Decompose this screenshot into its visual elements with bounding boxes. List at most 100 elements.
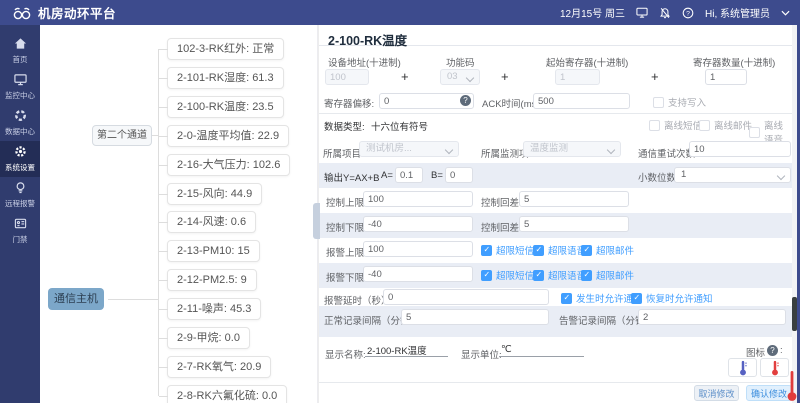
control-hysteresis-label: 控制回差: (481, 195, 522, 209)
checkbox-checked-icon (481, 270, 492, 281)
sidebar-item-system-settings[interactable]: 系统设置 (0, 141, 40, 177)
app-root: 机房动环平台 12月15号 周三 ? (0, 0, 800, 403)
function-code-select[interactable]: 03 (440, 69, 480, 85)
tree-leaf-sensor[interactable]: 102-3-RK红外: 正常 (167, 38, 284, 60)
control-hysteresis-lower-input[interactable] (519, 216, 629, 232)
offline-mail-checkbox[interactable]: 离线邮件 (699, 118, 752, 132)
checkbox-checked-icon (533, 270, 544, 281)
thermometer-red-icon-button[interactable] (760, 358, 789, 377)
tree-connector-root (108, 299, 158, 300)
control-hysteresis-upper-input[interactable] (519, 191, 629, 207)
panel-header: 2-100-RK温度 (319, 25, 792, 46)
alarm-lower-label: 报警下限: (326, 270, 367, 284)
screen-icon[interactable] (636, 7, 648, 18)
tree-leaf-sensor[interactable]: 2-15-风向: 44.9 (167, 183, 262, 205)
alarm-upper-label: 报警上限: (326, 245, 367, 259)
alarm-icon (14, 181, 27, 196)
tree-leaf-sensor[interactable]: 2-16-大气压力: 102.6 (167, 154, 290, 176)
tree-node-host[interactable]: 通信主机 (48, 288, 104, 310)
logo-icon (12, 6, 32, 20)
sensor-config-panel: 2-100-RK温度 设备地址(十进制) + 功能码 03 + 起始寄存器(十进… (318, 25, 792, 403)
checkbox-checked-icon (481, 245, 492, 256)
offset-info-icon[interactable]: ? (460, 95, 471, 106)
over-limit-sms-checkbox[interactable]: 超限短信 (481, 243, 534, 257)
data-type-value: 十六位有符号 (371, 119, 428, 133)
tree-leaf-sensor[interactable]: 2-100-RK温度: 23.5 (167, 96, 284, 118)
sidebar-item-monitor-center[interactable]: 监控中心 (0, 69, 40, 105)
thermometer-blue-icon (738, 360, 748, 376)
over-limit-voice-checkbox[interactable]: 超限语音 (533, 268, 586, 282)
control-lower-input[interactable] (363, 216, 473, 232)
alarm-interval-input[interactable] (638, 309, 786, 325)
offline-sms-checkbox[interactable]: 离线短信 (649, 118, 702, 132)
monitor-item-select[interactable]: 温度监测 (523, 141, 621, 157)
app-title: 机房动环平台 (38, 3, 116, 22)
alarm-delay-input[interactable] (383, 289, 549, 305)
cancel-button[interactable]: 取消修改 (694, 385, 739, 401)
chevron-down-icon[interactable] (781, 10, 790, 16)
register-count-input[interactable] (705, 69, 747, 85)
tree-leaf-sensor[interactable]: 2-14-风速: 0.6 (167, 211, 256, 233)
checkbox-icon (653, 97, 664, 108)
device-address-label: 设备地址(十进制) (328, 55, 401, 69)
normal-interval-input[interactable] (401, 309, 549, 325)
topbar-date: 12月15号 周三 (560, 5, 625, 20)
display-unit-label: 显示单位: (461, 347, 502, 361)
over-limit-sms-checkbox[interactable]: 超限短信 (481, 268, 534, 282)
tree-leaf-sensor[interactable]: 2-12-PM2.5: 9 (167, 269, 257, 291)
tree-leaf-sensor[interactable]: 2-7-RK氧气: 20.9 (167, 356, 271, 378)
retry-count-input[interactable] (689, 141, 791, 157)
ack-time-input[interactable] (533, 93, 630, 109)
coefficient-a-label: A= (381, 170, 393, 181)
control-upper-input[interactable] (363, 191, 473, 207)
decimal-places-select[interactable]: 1 (674, 167, 791, 183)
over-limit-mail-checkbox[interactable]: 超限邮件 (581, 243, 634, 257)
tree-node-channel[interactable]: 第二个通道 (92, 125, 152, 146)
tree-leaf-sensor[interactable]: 2-9-甲烷: 0.0 (167, 327, 250, 349)
function-code-label: 功能码 (446, 55, 475, 69)
display-name-input[interactable] (365, 343, 448, 357)
sidebar-item-data-center[interactable]: 数据中心 (0, 105, 40, 141)
icon-info-icon[interactable]: ? (767, 345, 778, 356)
coefficient-a-input[interactable] (395, 167, 423, 183)
over-limit-mail-checkbox[interactable]: 超限邮件 (581, 268, 634, 282)
logo: 机房动环平台 (0, 3, 116, 22)
start-register-label: 起始寄存器(十进制) (546, 55, 628, 69)
tree-leaf-sensor[interactable]: 2-13-PM10: 15 (167, 240, 260, 262)
sidebar-item-home[interactable]: 首页 (0, 33, 40, 69)
sidebar-item-access-control[interactable]: 门禁 (0, 213, 40, 249)
help-icon[interactable]: ? (682, 7, 694, 19)
topbar: 机房动环平台 12月15号 周三 ? (0, 0, 800, 25)
coefficient-b-label: B= (431, 170, 443, 181)
monitor-icon (14, 73, 27, 88)
alarm-lower-input[interactable] (363, 266, 473, 282)
notify-on-restore-checkbox[interactable]: 恢复时允许通知 (631, 291, 713, 305)
panel-collapse-handle[interactable] (313, 203, 320, 239)
project-select[interactable]: 测试机房... (359, 141, 459, 157)
tree-leaf-sensor[interactable]: 2-101-RK湿度: 61.3 (167, 67, 284, 89)
section-divider (319, 113, 792, 114)
coefficient-b-input[interactable] (445, 167, 473, 183)
alarm-upper-input[interactable] (363, 241, 473, 257)
user-menu[interactable]: Hi, 系统管理员 (705, 5, 770, 20)
tree-leaf-sensor[interactable]: 2-11-噪声: 45.3 (167, 298, 261, 320)
sidebar: 首页 监控中心 数据中心 (0, 25, 40, 403)
home-icon (14, 37, 27, 52)
topbar-right: 12月15号 周三 ? Hi, 系统管理员 (560, 5, 800, 20)
plus-sign: + (401, 69, 409, 84)
write-support-checkbox[interactable]: 支持写入 (653, 95, 706, 109)
sidebar-item-remote-alarm[interactable]: 远程报警 (0, 177, 40, 213)
device-address-input[interactable] (325, 69, 369, 85)
edge-thermometer-icon (786, 370, 798, 403)
tree-leaf-sensor[interactable]: 2-8-RK六氟化硫: 0.0 (167, 385, 287, 403)
thermometer-blue-icon-button[interactable] (728, 358, 757, 377)
bell-muted-icon[interactable] (659, 7, 671, 19)
tree-leaf-sensor[interactable]: 2-0-温度平均值: 22.9 (167, 125, 289, 147)
start-register-input[interactable] (555, 69, 600, 85)
display-name-label: 显示名称: (325, 347, 366, 361)
over-limit-voice-checkbox[interactable]: 超限语音 (533, 243, 586, 257)
data-type-label: 数据类型: (324, 119, 365, 133)
plus-sign: + (501, 69, 509, 84)
checkbox-icon (749, 127, 760, 138)
display-unit-input[interactable] (499, 343, 584, 357)
